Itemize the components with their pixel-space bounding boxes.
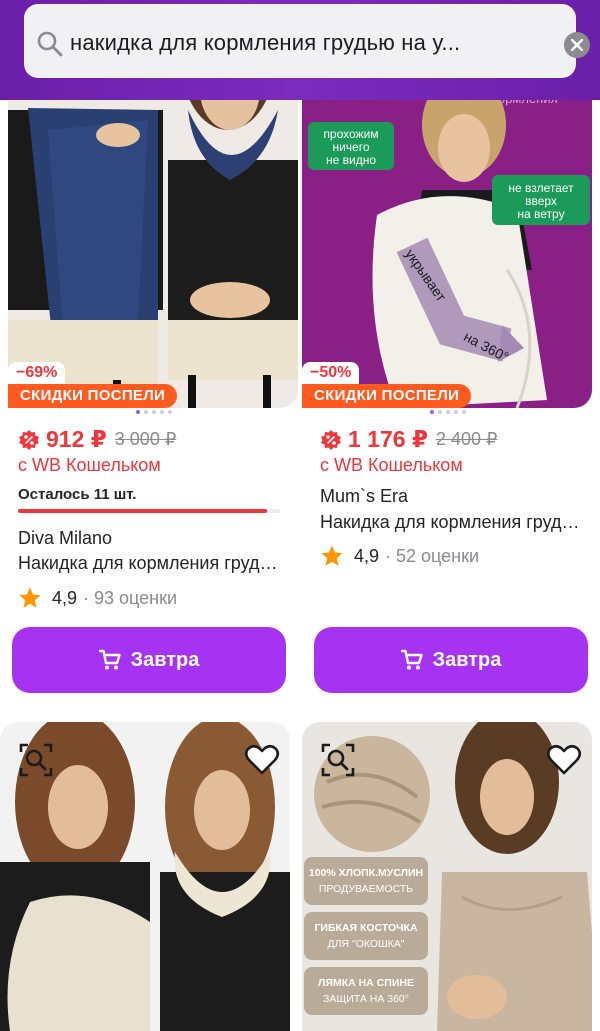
old-price: 2 400 ₽ bbox=[435, 429, 498, 449]
discount-percent-icon bbox=[321, 429, 341, 450]
reviews-count: · 93 оценки bbox=[83, 587, 178, 608]
image-caption-feature-4: ДЛЯ "ОКОШКА" bbox=[327, 938, 404, 950]
product-name[interactable]: Накидка для кормления грудью bbox=[320, 512, 580, 533]
cart-icon bbox=[98, 649, 121, 670]
rating-value: 4,9 bbox=[52, 587, 78, 608]
close-icon[interactable] bbox=[564, 32, 590, 58]
image-caption-feature-6: ЗАЩИТА НА 360° bbox=[323, 993, 409, 1005]
price-row: 912 ₽ 3 000 ₽ bbox=[18, 426, 176, 453]
old-price: 3 000 ₽ bbox=[114, 429, 177, 449]
current-price: 912 ₽ bbox=[46, 426, 107, 452]
price-row: 1 176 ₽ 2 400 ₽ bbox=[320, 426, 497, 453]
current-price: 1 176 ₽ bbox=[348, 426, 428, 452]
cart-icon bbox=[400, 649, 423, 670]
image-caption-feature-5: ЛЯМКА НА СПИНЕ bbox=[318, 977, 414, 989]
stock-progress-bar bbox=[18, 509, 280, 513]
star-icon bbox=[19, 587, 41, 608]
image-caption-left-1: прохожим bbox=[323, 127, 378, 141]
rating-value: 4,9 bbox=[354, 545, 380, 566]
visual-search-icon[interactable] bbox=[320, 742, 356, 778]
star-icon bbox=[321, 545, 343, 566]
favorite-heart-icon[interactable] bbox=[244, 742, 280, 778]
rating: 4,9 · 93 оценки bbox=[18, 586, 177, 610]
sale-badge: СКИДКИ ПОСПЕЛИ bbox=[8, 384, 178, 408]
search-bar[interactable]: накидка для кормления грудью на у... bbox=[24, 4, 590, 78]
add-to-cart-button[interactable]: Завтра bbox=[314, 627, 588, 693]
image-caption-right-2: вверх bbox=[525, 194, 557, 208]
product-brand: Mum`s Era bbox=[320, 486, 409, 506]
image-caption-right-1: не взлетает bbox=[508, 181, 574, 195]
image-pager-dots bbox=[430, 410, 466, 414]
favorite-heart-icon[interactable] bbox=[546, 742, 582, 778]
rating: 4,9 · 52 оценки bbox=[320, 544, 479, 568]
image-caption-left-2: ничего bbox=[332, 140, 369, 154]
image-caption-right-3: на ветру bbox=[517, 207, 564, 221]
wallet-note: с WB Кошельком bbox=[320, 455, 463, 475]
image-caption-feature-2: ПРОДУВАЕМОСТЬ bbox=[319, 883, 413, 895]
search-icon bbox=[37, 31, 63, 57]
reviews-count: · 52 оценки bbox=[385, 545, 480, 566]
cart-button-label: Завтра bbox=[432, 648, 502, 671]
image-caption-left-3: не видно bbox=[326, 153, 376, 167]
wallet-note: с WB Кошельком bbox=[18, 455, 161, 475]
add-to-cart-button[interactable]: Завтра bbox=[12, 627, 286, 693]
image-caption-feature-1: 100% ХЛОПК.МУСЛИН bbox=[309, 867, 423, 879]
product-name[interactable]: Накидка для кормления грудью bbox=[18, 553, 278, 574]
sale-badge: СКИДКИ ПОСПЕЛИ bbox=[302, 384, 472, 408]
product-brand: Diva Milano bbox=[18, 528, 113, 548]
discount-label: −69% bbox=[8, 362, 66, 384]
cart-button-label: Завтра bbox=[130, 648, 200, 671]
search-input[interactable]: накидка для кормления грудью на у... bbox=[70, 30, 540, 56]
discount-percent-icon bbox=[19, 429, 39, 450]
stock-left: Осталось 11 шт. bbox=[18, 486, 137, 503]
top-bar: накидка для кормления грудью на у... bbox=[0, 0, 600, 100]
discount-label: −50% bbox=[302, 362, 360, 384]
visual-search-icon[interactable] bbox=[18, 742, 54, 778]
image-caption-feature-3: ГИБКАЯ КОСТОЧКА bbox=[314, 922, 418, 934]
image-pager-dots bbox=[136, 410, 172, 414]
